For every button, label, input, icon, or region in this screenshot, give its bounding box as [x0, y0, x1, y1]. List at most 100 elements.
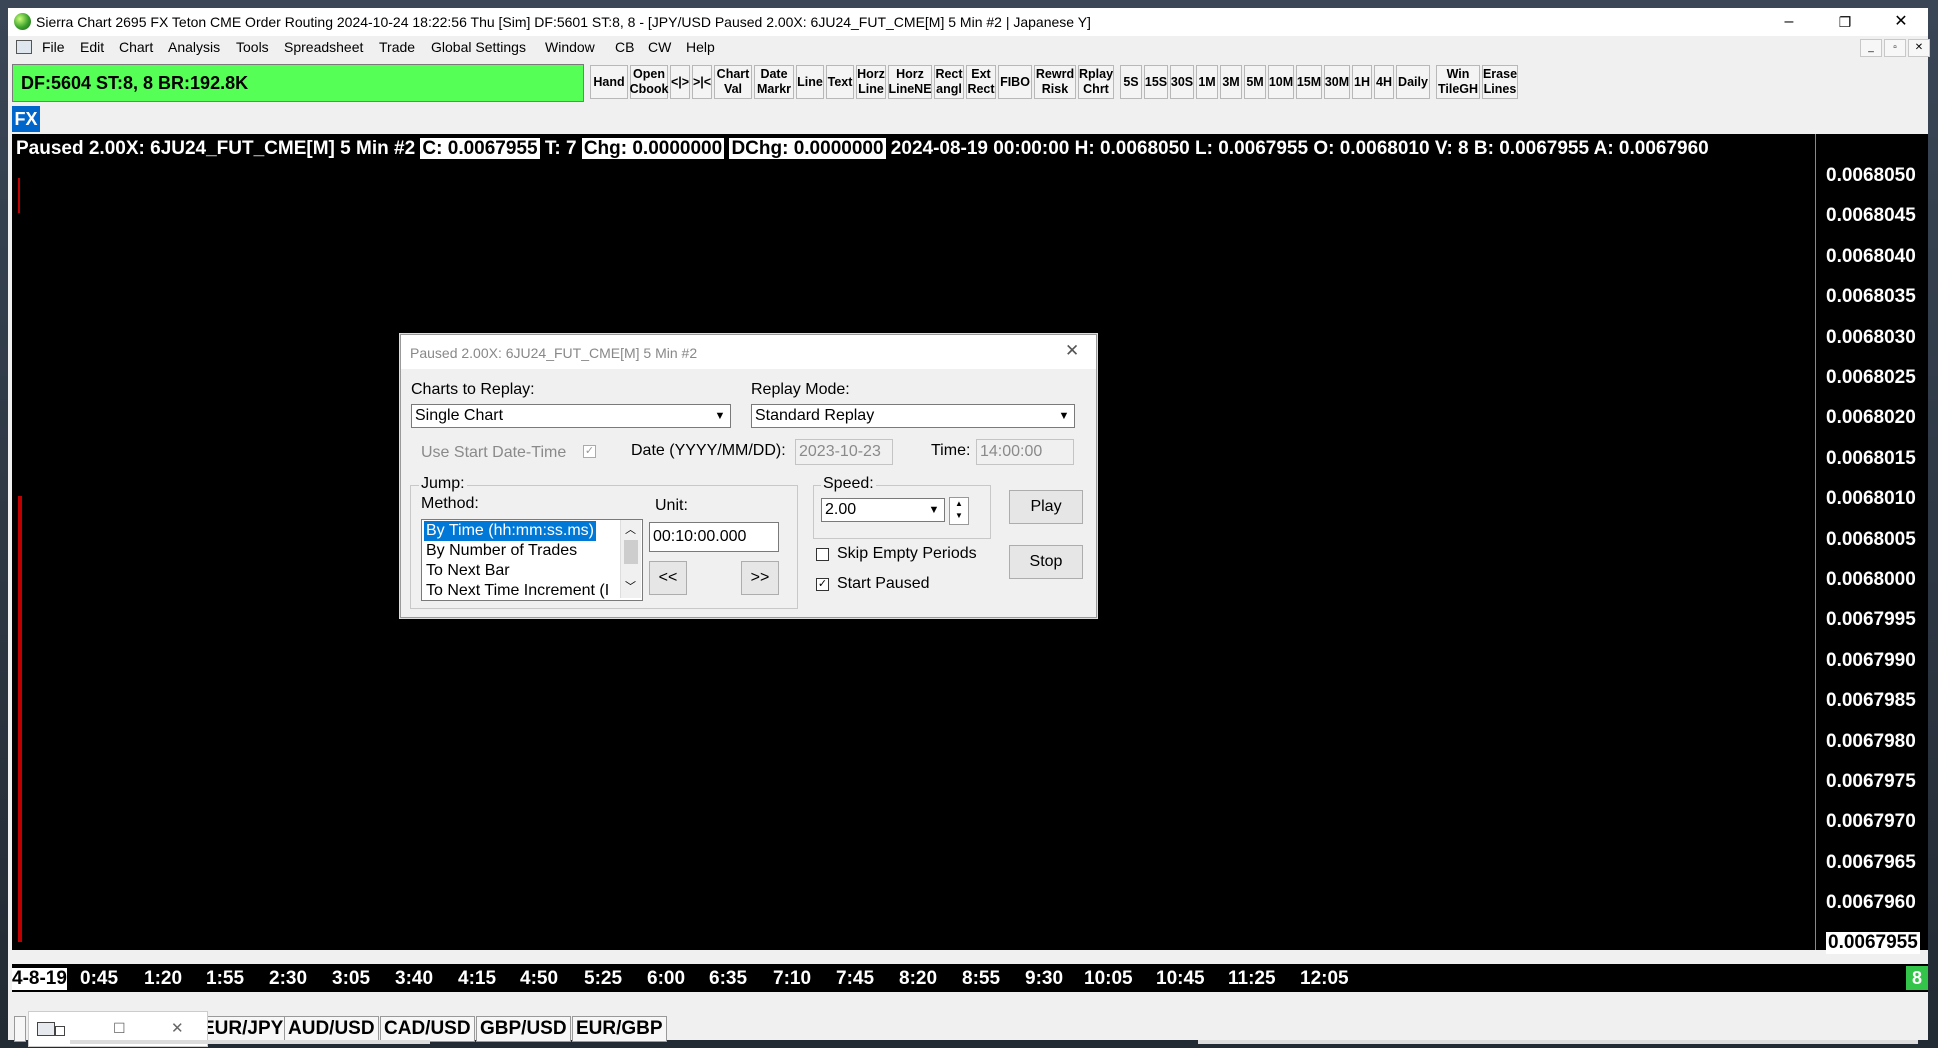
info-daily-change: DChg: 0.0000000: [729, 138, 886, 159]
toolbar-button-ext-rect[interactable]: Ext Rect: [966, 65, 996, 99]
toolbar-button-erase-lines[interactable]: Erase Lines: [1482, 65, 1518, 99]
time-label: 1:20: [144, 968, 183, 989]
method-listbox-scrollbar[interactable]: ︿ ﹀: [620, 520, 641, 598]
price-current-label: 0.0067955: [1826, 932, 1920, 954]
menu-file[interactable]: File: [42, 39, 65, 55]
toolbar-button-win-tilegh[interactable]: Win TileGH: [1436, 65, 1480, 99]
price-label: 0.0068000: [1826, 569, 1916, 590]
menu-edit[interactable]: Edit: [80, 39, 104, 55]
method-option-next-time-increment[interactable]: To Next Time Increment (I: [424, 581, 611, 600]
toolbar-button-sym-3[interactable]: >|<: [692, 65, 712, 99]
horizontal-scrollbar[interactable]: [70, 1040, 430, 1044]
menu-analysis[interactable]: Analysis: [168, 39, 220, 55]
toolbar-button-chart-val[interactable]: Chart Val: [714, 65, 752, 99]
toolbar-button-daily[interactable]: Daily: [1396, 65, 1430, 99]
toolbar-button-10m[interactable]: 10M: [1268, 65, 1294, 99]
mdi-restore-button[interactable]: ▫: [1884, 39, 1906, 57]
method-option-by-time[interactable]: By Time (hh:mm:ss.ms): [424, 521, 597, 541]
menu-tools[interactable]: Tools: [236, 39, 269, 55]
speed-select[interactable]: 2.00 ▼: [821, 498, 945, 522]
tab-gbp-usd[interactable]: GBP/USD: [476, 1016, 571, 1042]
toolbar-button-fibo[interactable]: FIBO: [998, 65, 1032, 99]
toolbar-button-rect-angl[interactable]: Rect angl: [934, 65, 964, 99]
close-button[interactable]: ✕: [1878, 8, 1924, 36]
toolbar-button-rewrd-risk[interactable]: Rewrd Risk: [1034, 65, 1076, 99]
tab-cad-usd[interactable]: CAD/USD: [380, 1016, 475, 1042]
method-option-by-trades[interactable]: By Number of Trades: [424, 541, 579, 561]
play-button[interactable]: Play: [1009, 490, 1083, 524]
time-label: 0:45: [80, 968, 119, 989]
mdi-close-button[interactable]: ✕: [1908, 39, 1930, 57]
price-label: 0.0067990: [1826, 649, 1916, 671]
price-label: 0.0068010: [1826, 488, 1916, 510]
replay-mode-select[interactable]: Standard Replay ▼: [751, 404, 1075, 428]
toolbar-button-line[interactable]: Line: [796, 65, 824, 99]
toolbar-button-horz-line[interactable]: Horz Line: [856, 65, 886, 99]
dialog-close-icon[interactable]: ✕: [1065, 341, 1079, 361]
use-start-datetime-checkbox[interactable]: ✓: [583, 445, 596, 458]
chevron-up-icon[interactable]: ︿: [625, 521, 636, 537]
method-listbox[interactable]: By Time (hh:mm:ss.ms) By Number of Trade…: [421, 519, 643, 601]
time-field[interactable]: 14:00:00: [976, 439, 1074, 465]
menu-cb[interactable]: CB: [615, 39, 634, 55]
menu-chart[interactable]: Chart: [119, 39, 153, 55]
fx-badge[interactable]: FX: [12, 106, 40, 132]
speed-label: Speed:: [821, 475, 876, 493]
minimized-close-icon[interactable]: ✕: [171, 1019, 184, 1037]
toolbar-button-5m[interactable]: 5M: [1244, 65, 1266, 99]
start-paused-checkbox[interactable]: ✓: [816, 578, 829, 591]
price-label: 0.0068005: [1826, 528, 1916, 550]
toolbar-button-5s[interactable]: 5S: [1120, 65, 1142, 99]
toolbar-button-30s[interactable]: 30S: [1170, 65, 1194, 99]
menu-cw[interactable]: CW: [648, 39, 671, 55]
horizontal-scrollbar-right[interactable]: [1198, 1040, 1918, 1044]
tab-partial[interactable]: [14, 1016, 26, 1042]
document-icon[interactable]: [16, 40, 32, 54]
mdi-minimize-button[interactable]: _: [1860, 39, 1882, 57]
toolbar-button-3m[interactable]: 3M: [1220, 65, 1242, 99]
method-option-next-bar[interactable]: To Next Bar: [424, 561, 512, 581]
toolbar-button-15m[interactable]: 15M: [1296, 65, 1322, 99]
scrollbar-thumb[interactable]: [624, 540, 638, 564]
chevron-down-icon: ▼: [1055, 406, 1073, 426]
toolbar-button-15s[interactable]: 15S: [1144, 65, 1168, 99]
menu-help[interactable]: Help: [686, 39, 715, 55]
toolbar-button-rplay-chrt[interactable]: Rplay Chrt: [1078, 65, 1114, 99]
menu-global-settings[interactable]: Global Settings: [431, 39, 526, 55]
jump-label: Jump:: [419, 475, 467, 493]
tab-eur-gbp[interactable]: EUR/GBP: [572, 1016, 667, 1042]
toolbar-button-sym-2[interactable]: <|>: [670, 65, 690, 99]
toolbar-button-hand[interactable]: Hand: [590, 65, 628, 99]
menu-window[interactable]: Window: [545, 39, 595, 55]
use-start-datetime-label: Use Start Date-Time: [421, 444, 567, 461]
unit-field[interactable]: 00:10:00.000: [649, 522, 779, 552]
tab-aud-usd[interactable]: AUD/USD: [284, 1016, 379, 1042]
minimize-button[interactable]: –: [1766, 8, 1812, 36]
toolbar-button-horz-linene[interactable]: Horz LineNE: [888, 65, 932, 99]
toolbar-button-date-markr[interactable]: Date Markr: [754, 65, 794, 99]
toolbar-button-text[interactable]: Text: [826, 65, 854, 99]
time-label: 3:05: [332, 968, 371, 989]
charts-to-replay-select[interactable]: Single Chart ▼: [411, 404, 731, 428]
toolbar-button-1h[interactable]: 1H: [1352, 65, 1372, 99]
menu-spreadsheet[interactable]: Spreadsheet: [284, 39, 363, 55]
time-label: 12:05: [1300, 968, 1349, 989]
skip-empty-periods-checkbox[interactable]: [816, 548, 829, 561]
chart-right-margin: [1796, 134, 1816, 950]
menu-trade[interactable]: Trade: [379, 39, 415, 55]
restore-button[interactable]: ❐: [1822, 8, 1868, 36]
date-label: Date (YYYY/MM/DD):: [631, 442, 786, 459]
jump-forward-button[interactable]: >>: [741, 561, 779, 595]
chevron-down-icon[interactable]: ﹀: [625, 578, 636, 594]
stop-button[interactable]: Stop: [1009, 545, 1083, 579]
speed-spinner[interactable]: ▲ ▼: [949, 497, 969, 525]
toolbar-button-30m[interactable]: 30M: [1324, 65, 1350, 99]
jump-back-button[interactable]: <<: [649, 561, 687, 595]
minimized-restore-icon[interactable]: ☐: [113, 1020, 126, 1037]
start-paused-label: Start Paused: [837, 575, 930, 592]
toolbar-button-4h[interactable]: 4H: [1374, 65, 1394, 99]
toolbar-button-1m[interactable]: 1M: [1196, 65, 1218, 99]
tab-eur-jpy[interactable]: EUR/JPY: [198, 1016, 288, 1042]
toolbar-button-open-cbook[interactable]: Open Cbook: [630, 65, 668, 99]
date-field[interactable]: 2023-10-23: [795, 439, 893, 465]
